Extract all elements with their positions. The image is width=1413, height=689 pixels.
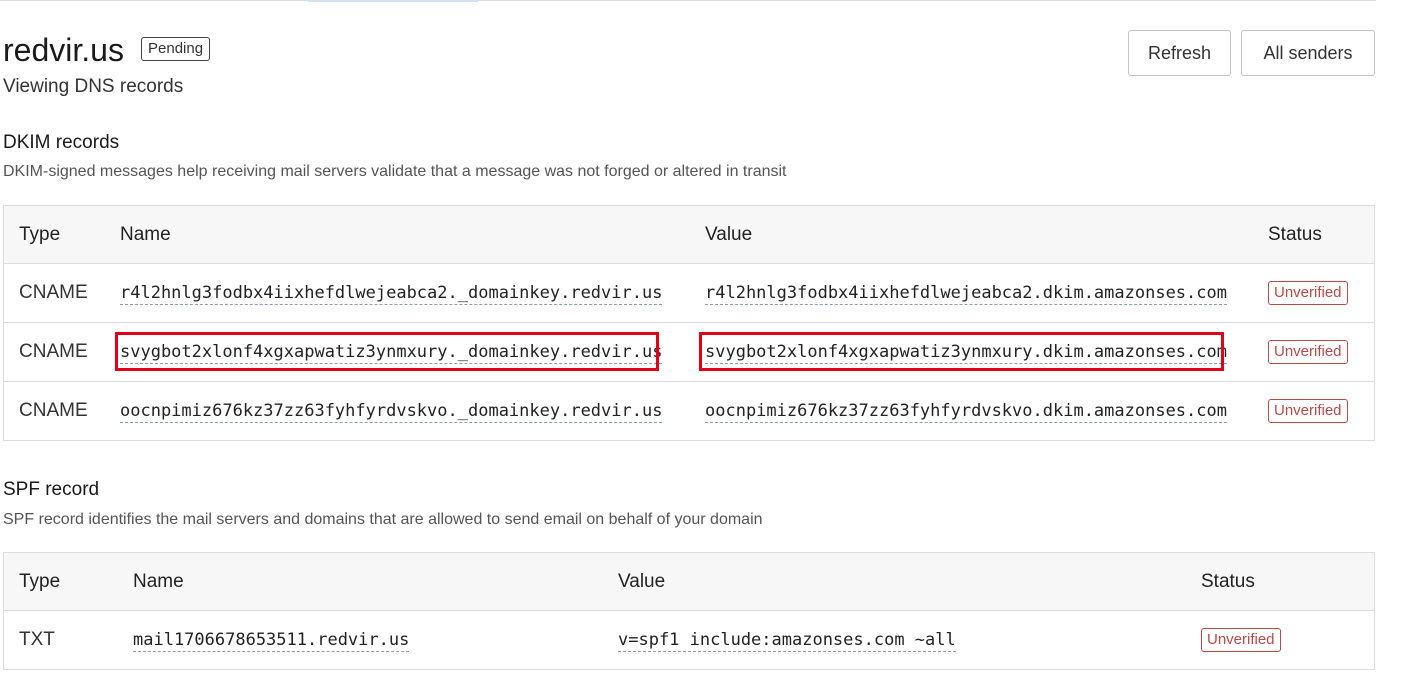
page-subtitle: Viewing DNS records (3, 76, 184, 97)
column-header-value: Value (618, 552, 1201, 611)
column-header-status: Status (1201, 552, 1375, 611)
record-value[interactable]: oocnpimiz676kz37zz63fyhfyrdvskvo.dkim.am… (705, 401, 1227, 423)
page-header: redvir.us Pending Viewing DNS records Re… (3, 28, 1376, 108)
table-header-row: Type Name Value Status (3, 552, 1375, 611)
table-row: TXT mail1706678653511.redvir.us v=spf1 i… (4, 611, 1375, 670)
status-badge: Unverified (1201, 628, 1281, 652)
all-senders-button[interactable]: All senders (1241, 30, 1375, 76)
spf-section-title: SPF record (3, 479, 100, 500)
spf-records-table: Type Name Value Status TXT mail170667865… (3, 552, 1375, 670)
column-header-value: Value (705, 205, 1268, 264)
record-type: CNAME (3, 322, 120, 382)
loading-accent (308, 0, 478, 2)
record-name[interactable]: oocnpimiz676kz37zz63fyhfyrdvskvo._domain… (120, 401, 663, 423)
status-badge: Unverified (1268, 281, 1348, 305)
column-header-status: Status (1268, 205, 1375, 264)
record-value[interactable]: r4l2hnlg3fodbx4iixhefdlwejeabca2.dkim.am… (705, 283, 1227, 305)
table-row: CNAME oocnpimiz676kz37zz63fyhfyrdvskvo._… (4, 382, 1375, 441)
table-row: CNAME svygbot2xlonf4xgxapwatiz3ynmxury._… (3, 322, 1375, 382)
record-name[interactable]: r4l2hnlg3fodbx4iixhefdlwejeabca2._domain… (120, 283, 663, 305)
top-divider (0, 0, 1376, 2)
column-header-type: Type (3, 552, 133, 611)
table-header-row: Type Name Value Status (3, 205, 1375, 264)
dkim-records-table: Type Name Value Status CNAME r4l2hnlg3fo… (3, 205, 1375, 441)
column-header-name: Name (133, 552, 618, 611)
table-row: CNAME r4l2hnlg3fodbx4iixhefdlwejeabca2._… (3, 263, 1375, 323)
record-name[interactable]: mail1706678653511.redvir.us (133, 630, 410, 652)
column-header-type: Type (3, 205, 120, 264)
status-badge: Unverified (1268, 340, 1348, 364)
record-type: CNAME (3, 263, 120, 323)
spf-section-description: SPF record identifies the mail servers a… (3, 511, 763, 528)
record-name[interactable]: svygbot2xlonf4xgxapwatiz3ynmxury._domain… (120, 342, 663, 364)
page-title: redvir.us (3, 32, 124, 68)
dkim-section-description: DKIM-signed messages help receiving mail… (3, 163, 787, 180)
refresh-button[interactable]: Refresh (1128, 30, 1231, 76)
record-value[interactable]: v=spf1 include:amazonses.com ~all (618, 630, 956, 652)
dkim-section-title: DKIM records (3, 132, 120, 153)
pending-status-badge: Pending (141, 37, 211, 61)
record-type: CNAME (19, 400, 88, 421)
column-header-name: Name (120, 205, 705, 264)
status-badge: Unverified (1268, 399, 1348, 423)
record-value[interactable]: svygbot2xlonf4xgxapwatiz3ynmxury.dkim.am… (705, 342, 1227, 364)
record-type: TXT (19, 629, 55, 650)
